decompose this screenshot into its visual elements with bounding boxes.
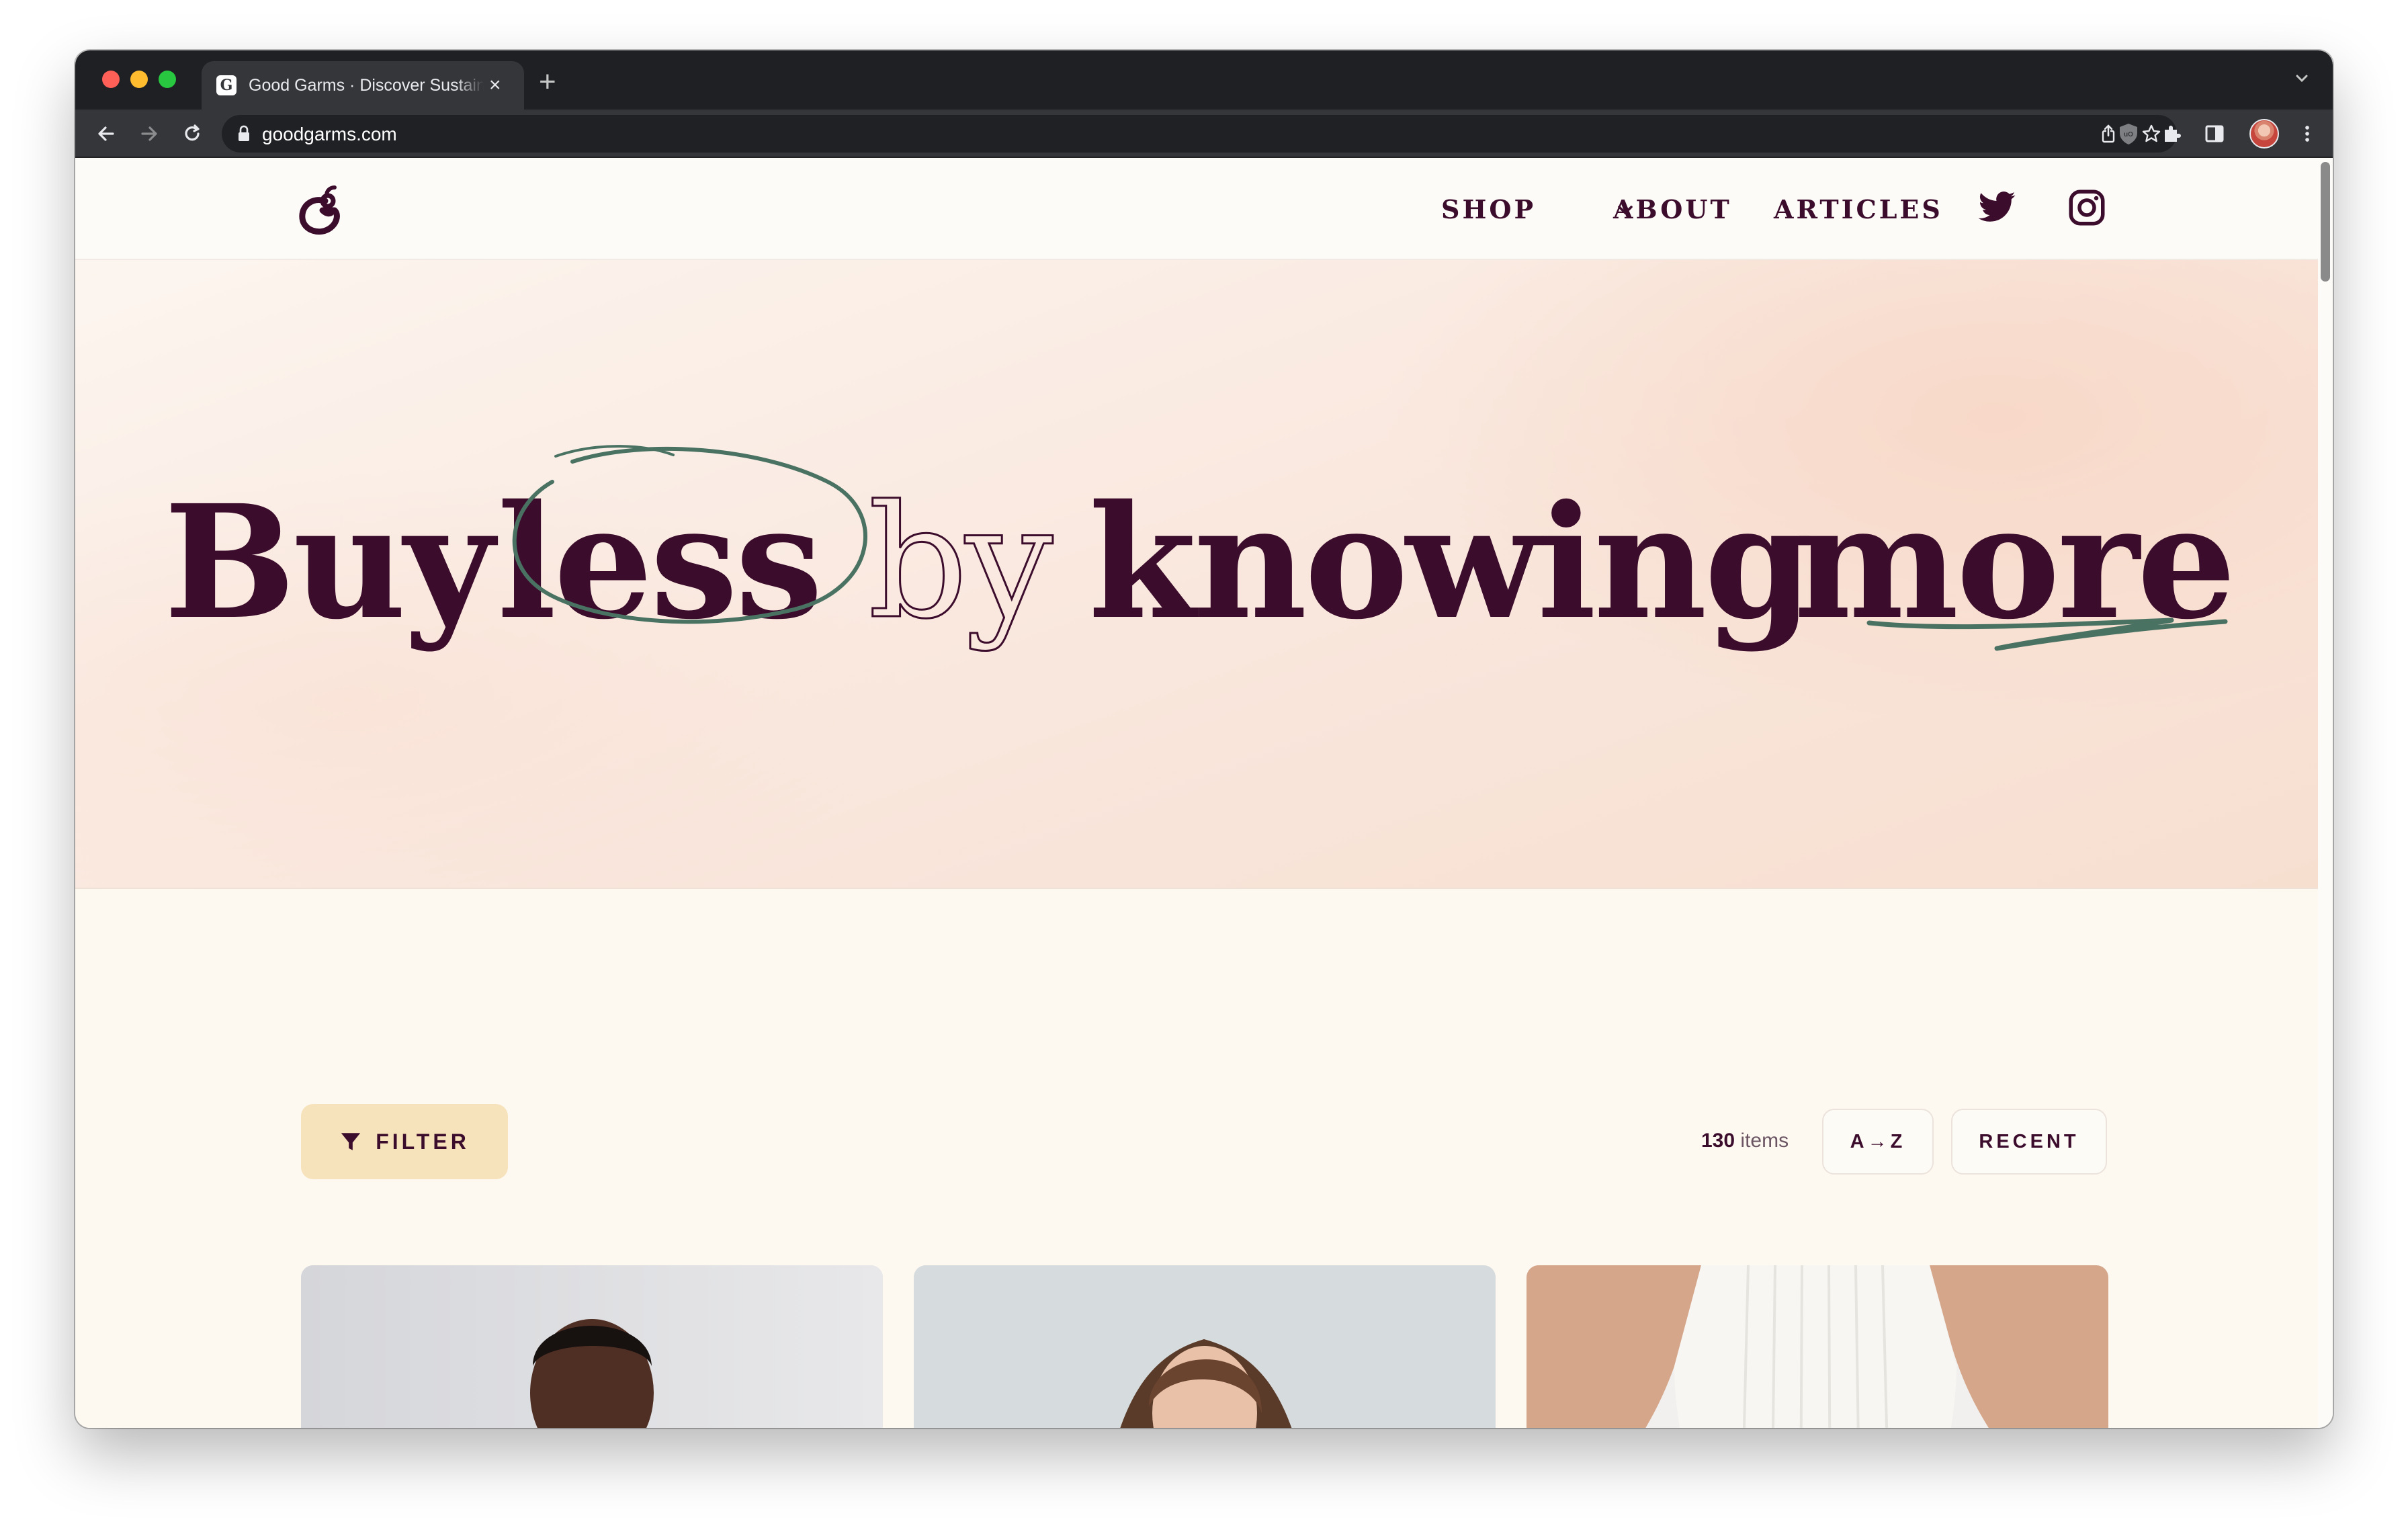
page-scrollbar[interactable] xyxy=(2318,158,2333,1428)
tab-favicon-icon: G xyxy=(216,75,236,95)
filter-label: FILTER xyxy=(376,1129,470,1154)
scrollbar-thumb[interactable] xyxy=(2321,162,2330,282)
minimize-window-button[interactable] xyxy=(130,71,148,88)
nav-shop-link[interactable]: SHOP xyxy=(1441,194,1536,224)
lock-icon xyxy=(239,125,249,141)
reload-icon[interactable] xyxy=(180,122,204,146)
url-text: goodgarms.com xyxy=(262,124,397,144)
tab-close-icon[interactable]: × xyxy=(489,75,501,95)
instagram-icon[interactable] xyxy=(2067,187,2107,228)
close-window-button[interactable] xyxy=(102,71,120,88)
product-image-woman xyxy=(914,1265,1496,1428)
hero-section: Buy less by knowing more xyxy=(75,260,2333,889)
new-tab-button[interactable]: + xyxy=(539,65,556,99)
hero-word-buy: Buy xyxy=(164,470,494,654)
svg-text:uO: uO xyxy=(2124,131,2133,138)
items-count: 130 items xyxy=(1701,1130,1789,1152)
hero-word-more: more xyxy=(1794,470,2236,654)
product-image-white-knit-top xyxy=(1526,1265,2108,1428)
items-count-number: 130 xyxy=(1701,1130,1735,1152)
hero-word-by: by xyxy=(867,471,1055,654)
filter-button[interactable]: FILTER xyxy=(301,1104,508,1179)
address-bar[interactable]: goodgarms.com xyxy=(222,115,2177,153)
sort-recent-button[interactable]: RECENT xyxy=(1951,1109,2107,1175)
browser-tab-bar: G Good Garms · Discover Sustainable Fash… xyxy=(75,50,2333,110)
hero-word-knowing: knowing xyxy=(1088,470,1813,654)
product-card[interactable] xyxy=(914,1265,1496,1428)
nav-articles-link[interactable]: ARTICLES xyxy=(1774,194,1943,224)
browser-toolbar: goodgarms.com uO xyxy=(75,110,2333,158)
forward-arrow-icon[interactable] xyxy=(137,122,161,146)
product-image-man xyxy=(301,1265,883,1428)
tab-title: Good Garms · Discover Sustainable Fashio… xyxy=(249,75,484,95)
profile-avatar[interactable] xyxy=(2249,119,2279,148)
side-panel-icon[interactable] xyxy=(2202,122,2227,146)
hero-headline: Buy less by knowing more xyxy=(75,462,2333,663)
good-garms-logo-icon[interactable] xyxy=(297,183,348,237)
extensions-puzzle-icon[interactable] xyxy=(2159,122,2184,146)
browser-window: G Good Garms · Discover Sustainable Fash… xyxy=(75,50,2333,1428)
browser-menu-kebab-icon[interactable] xyxy=(2295,122,2319,146)
funnel-icon xyxy=(341,1133,361,1150)
hero-word-less: less xyxy=(497,470,823,654)
site-header: SHOP ABOUT ARTICLES xyxy=(75,158,2333,260)
page-viewport: SHOP ABOUT ARTICLES Buy less by knowing xyxy=(75,158,2333,1428)
back-arrow-icon[interactable] xyxy=(94,122,118,146)
product-card[interactable] xyxy=(301,1265,883,1428)
sort-az-button[interactable]: A→Z xyxy=(1822,1109,1934,1175)
ublock-extension-icon[interactable]: uO xyxy=(2116,122,2141,146)
product-card[interactable] xyxy=(1526,1265,2108,1428)
tab-list-chevron-icon[interactable] xyxy=(2291,68,2313,89)
twitter-icon[interactable] xyxy=(1977,187,2017,228)
browser-tab-active[interactable]: G Good Garms · Discover Sustainable Fash… xyxy=(202,61,524,110)
nav-about-link[interactable]: ABOUT xyxy=(1613,194,1732,224)
items-count-label: items xyxy=(1740,1130,1789,1152)
maximize-window-button[interactable] xyxy=(159,71,176,88)
